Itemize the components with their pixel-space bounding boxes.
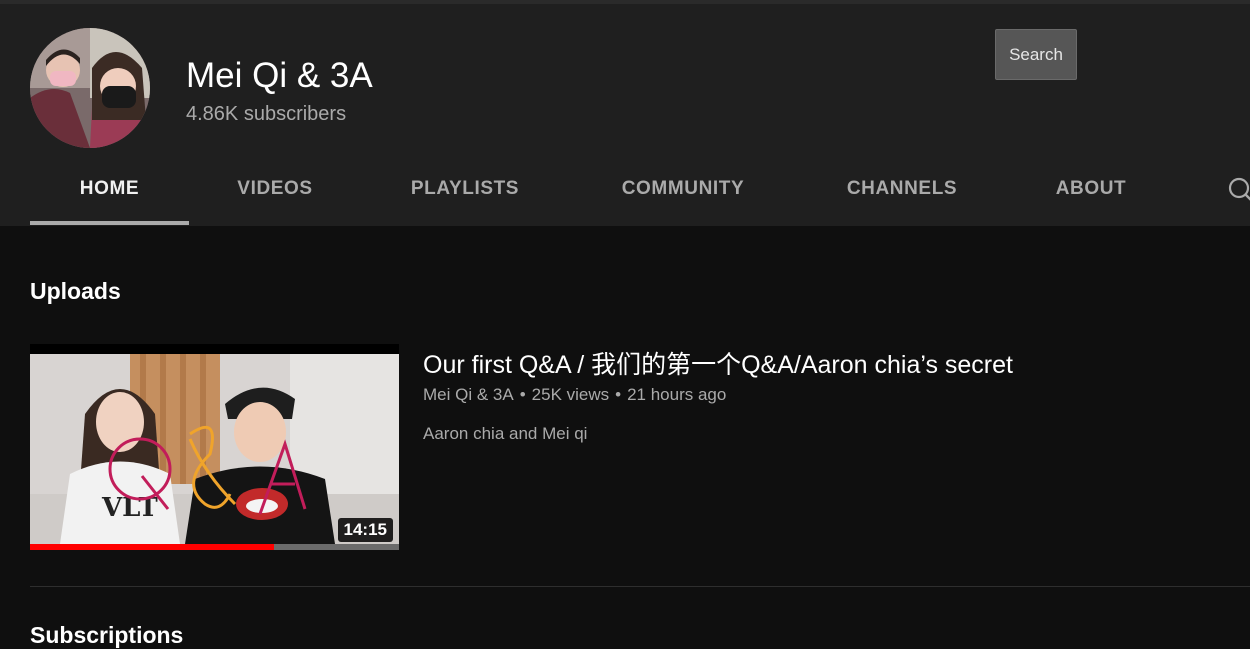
video-channel-name[interactable]: Mei Qi & 3A — [423, 385, 514, 404]
separator-dot: • — [615, 385, 621, 404]
watch-progress-track — [30, 544, 399, 550]
video-duration: 14:15 — [338, 518, 393, 542]
search-button[interactable]: Search — [995, 29, 1077, 80]
video-title[interactable]: Our first Q&A / 我们的第一个Q&A/Aaron chia’s s… — [423, 345, 1013, 381]
channel-avatar[interactable] — [30, 28, 150, 148]
tab-community[interactable]: COMMUNITY — [600, 160, 766, 226]
tab-about[interactable]: ABOUT — [1036, 160, 1146, 226]
channel-tabs: HOME VIDEOS PLAYLISTS COMMUNITY CHANNELS… — [0, 160, 1250, 226]
tab-videos[interactable]: VIDEOS — [206, 160, 344, 226]
tab-channels[interactable]: CHANNELS — [826, 160, 978, 226]
tab-playlists[interactable]: PLAYLISTS — [390, 160, 540, 226]
video-thumbnail[interactable]: VLT 14:15 — [30, 344, 399, 550]
subscriber-count: 4.86K subscribers — [186, 103, 346, 126]
uploads-heading: Uploads — [30, 278, 121, 305]
section-divider — [30, 586, 1250, 587]
video-description: Aaron chia and Mei qi — [423, 424, 587, 444]
search-icon[interactable] — [1227, 176, 1250, 206]
subscriptions-heading: Subscriptions — [30, 622, 183, 649]
separator-dot: • — [520, 385, 526, 404]
tab-home[interactable]: HOME — [30, 160, 189, 226]
channel-name: Mei Qi & 3A — [186, 56, 373, 96]
video-metadata: Mei Qi & 3A • 25K views • 21 hours ago — [423, 385, 726, 405]
watch-progress-fill — [30, 544, 274, 550]
upload-age: 21 hours ago — [627, 385, 726, 404]
view-count: 25K views — [532, 385, 609, 404]
